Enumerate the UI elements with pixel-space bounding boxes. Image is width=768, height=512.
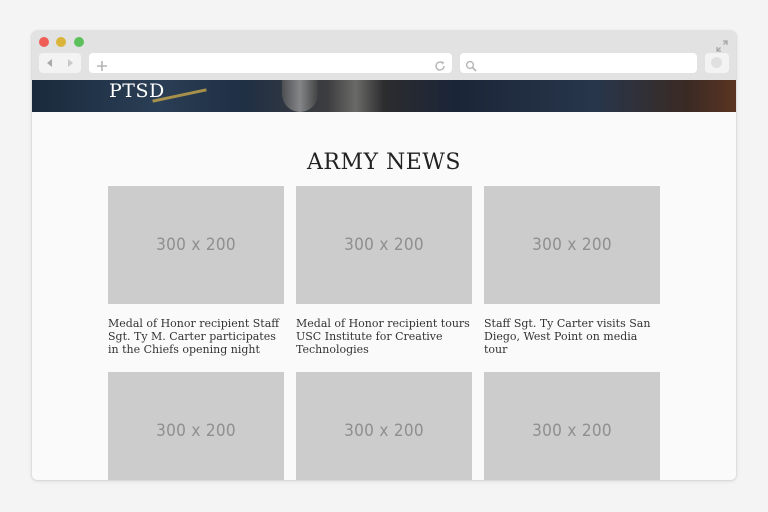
news-card[interactable]: 300 x 200 bbox=[296, 372, 472, 480]
expand-icon[interactable] bbox=[716, 37, 728, 52]
section-title: ARMY NEWS bbox=[307, 150, 461, 175]
plus-icon[interactable] bbox=[96, 57, 108, 71]
news-thumbnail[interactable]: 300 x 200 bbox=[484, 186, 660, 304]
news-card[interactable]: 300 x 200 Medal of Honor recipient tours… bbox=[296, 186, 472, 356]
address-bar[interactable] bbox=[89, 53, 452, 73]
navigation-buttons bbox=[39, 53, 81, 73]
news-thumbnail[interactable]: 300 x 200 bbox=[108, 372, 284, 480]
forward-button[interactable] bbox=[60, 53, 81, 73]
news-card[interactable]: 300 x 200 Staff Sgt. Ty Carter visits Sa… bbox=[484, 186, 660, 356]
extension-icon bbox=[711, 57, 722, 68]
news-card[interactable]: 300 x 200 bbox=[484, 372, 660, 480]
minimize-window-button[interactable] bbox=[56, 37, 66, 47]
news-caption[interactable]: Medal of Honor recipient Staff Sgt. Ty M… bbox=[108, 317, 284, 356]
news-caption[interactable]: Medal of Honor recipient tours USC Insti… bbox=[296, 317, 472, 356]
news-thumbnail[interactable]: 300 x 200 bbox=[296, 372, 472, 480]
news-thumbnail[interactable]: 300 x 200 bbox=[108, 186, 284, 304]
hero-title: PTSD bbox=[109, 80, 165, 102]
extension-button[interactable] bbox=[705, 53, 729, 73]
forward-arrow-icon bbox=[68, 59, 73, 67]
search-field[interactable] bbox=[460, 53, 697, 73]
news-card[interactable]: 300 x 200 bbox=[108, 372, 284, 480]
back-button[interactable] bbox=[39, 53, 60, 73]
browser-window: PTSD ARMY NEWS 300 x 200 Medal of Honor … bbox=[32, 31, 736, 480]
hero-banner: PTSD bbox=[32, 80, 736, 112]
zoom-window-button[interactable] bbox=[74, 37, 84, 47]
news-card[interactable]: 300 x 200 Medal of Honor recipient Staff… bbox=[108, 186, 284, 356]
back-arrow-icon bbox=[47, 59, 52, 67]
hero-decoration bbox=[282, 80, 318, 112]
news-thumbnail[interactable]: 300 x 200 bbox=[484, 372, 660, 480]
search-icon bbox=[465, 57, 477, 72]
news-caption[interactable]: Staff Sgt. Ty Carter visits San Diego, W… bbox=[484, 317, 660, 356]
news-thumbnail[interactable]: 300 x 200 bbox=[296, 186, 472, 304]
reload-icon[interactable] bbox=[434, 57, 446, 71]
close-window-button[interactable] bbox=[39, 37, 49, 47]
browser-toolbar bbox=[32, 31, 736, 80]
